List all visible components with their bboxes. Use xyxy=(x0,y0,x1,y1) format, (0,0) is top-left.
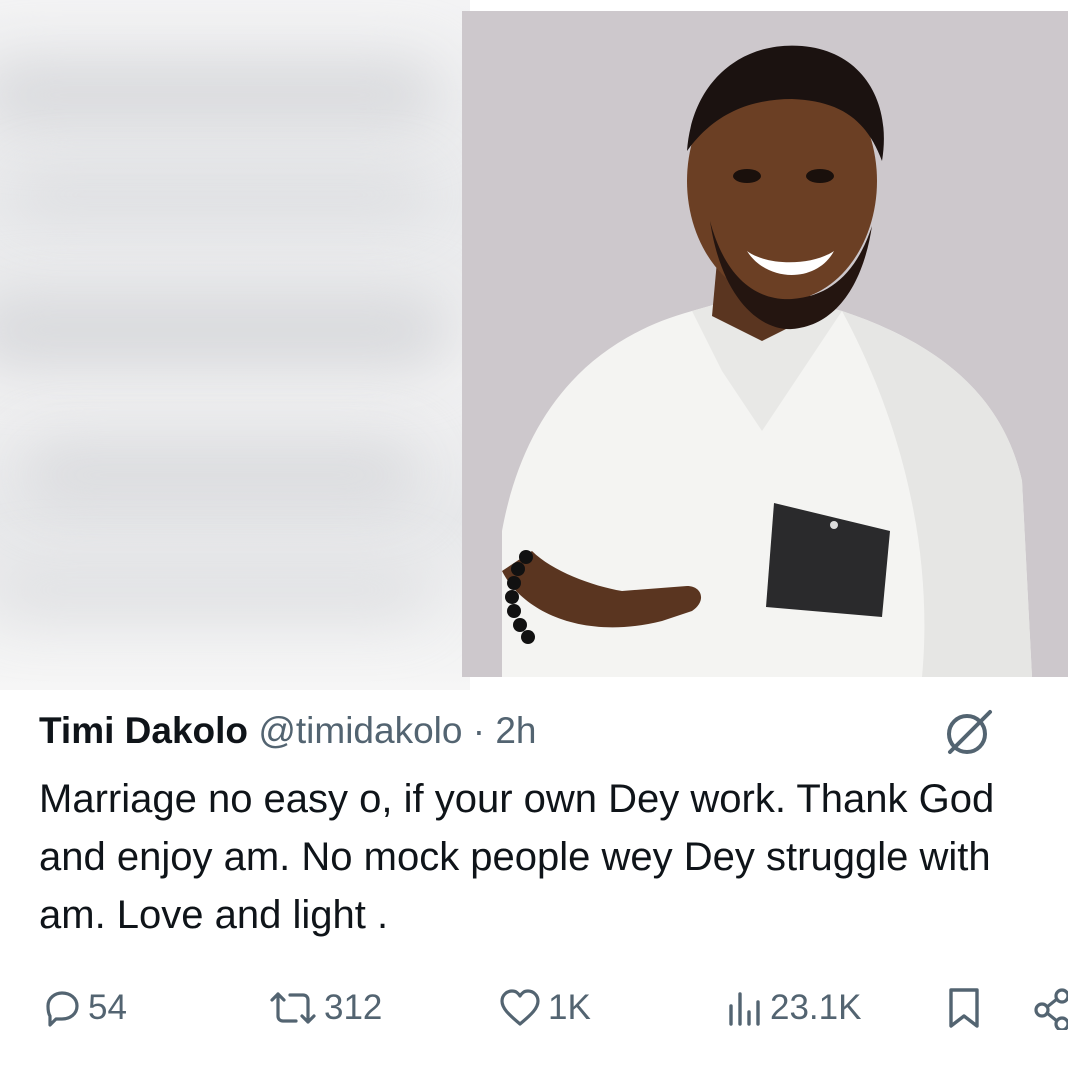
retweet-icon xyxy=(266,986,320,1030)
share-icon xyxy=(1032,986,1068,1030)
reply-button[interactable]: 54 xyxy=(40,980,127,1036)
share-button[interactable] xyxy=(1032,980,1068,1036)
retweet-count: 312 xyxy=(324,988,383,1027)
like-count: 1K xyxy=(548,988,591,1027)
tweet-card[interactable]: Timi Dakolo @timidakolo · 2h Marriage no… xyxy=(12,690,1070,1068)
blurred-background xyxy=(0,0,470,690)
grok-icon[interactable] xyxy=(940,706,998,758)
heart-icon xyxy=(496,986,544,1030)
reply-icon xyxy=(40,986,84,1030)
views-icon xyxy=(722,986,766,1030)
profile-photo xyxy=(462,11,1068,677)
reply-count: 54 xyxy=(88,988,127,1027)
separator-dot: · xyxy=(472,710,486,751)
tweet-text: Marriage no easy o, if your own Dey work… xyxy=(39,777,995,937)
bookmark-button[interactable] xyxy=(942,980,986,1036)
display-name[interactable]: Timi Dakolo xyxy=(39,710,248,751)
like-button[interactable]: 1K xyxy=(496,980,591,1036)
user-handle[interactable]: @timidakolo xyxy=(258,710,462,751)
action-bar: 54 312 1K 23.1K xyxy=(12,980,1070,1040)
screenshot-canvas: Timi Dakolo @timidakolo · 2h Marriage no… xyxy=(0,0,1080,1080)
retweet-button[interactable]: 312 xyxy=(266,980,382,1036)
bookmark-icon xyxy=(942,984,986,1032)
post-time[interactable]: 2h xyxy=(495,710,536,751)
tweet-header: Timi Dakolo @timidakolo · 2h xyxy=(39,708,537,754)
views-count: 23.1K xyxy=(770,988,862,1027)
views-button[interactable]: 23.1K xyxy=(722,980,861,1036)
